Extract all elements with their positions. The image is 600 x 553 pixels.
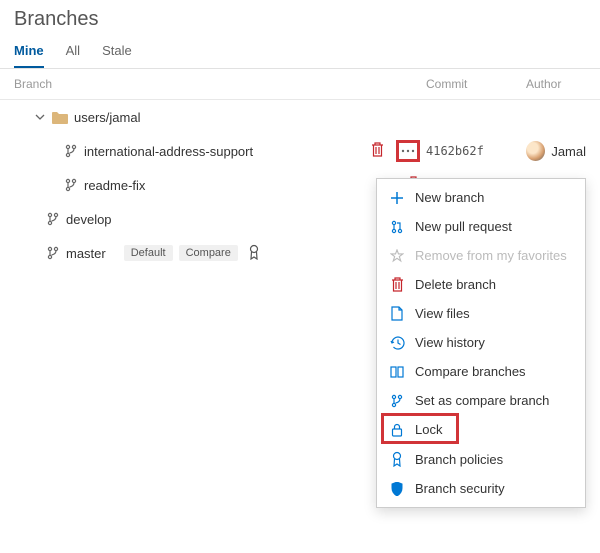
column-headers: Branch Commit Author	[0, 69, 600, 100]
tab-stale[interactable]: Stale	[102, 35, 132, 68]
compare-badge: Compare	[179, 245, 238, 261]
menu-delete-branch[interactable]: Delete branch	[377, 270, 585, 299]
page-title: Branches	[0, 0, 600, 35]
branch-name: master	[66, 246, 106, 261]
chevron-down-icon[interactable]	[34, 112, 46, 122]
trash-icon[interactable]	[371, 142, 384, 160]
branch-name: develop	[66, 212, 112, 227]
default-badge: Default	[124, 245, 173, 261]
plus-icon	[389, 191, 405, 205]
branch-icon	[46, 246, 60, 260]
branch-name: international-address-support	[84, 144, 253, 159]
star-outline-icon	[389, 249, 405, 263]
folder-icon	[52, 111, 68, 124]
menu-lock[interactable]: Lock	[377, 415, 585, 444]
col-header-branch: Branch	[14, 77, 426, 91]
folder-row[interactable]: users/jamal	[0, 100, 600, 134]
branch-icon	[64, 144, 78, 158]
ribbon-icon	[389, 451, 405, 467]
menu-label: Branch policies	[415, 452, 503, 467]
avatar	[526, 141, 545, 161]
menu-label: New branch	[415, 190, 484, 205]
branch-icon	[46, 212, 60, 226]
tab-all[interactable]: All	[66, 35, 80, 68]
menu-label: Compare branches	[415, 364, 526, 379]
col-header-commit: Commit	[426, 77, 526, 91]
menu-compare-branches[interactable]: Compare branches	[377, 357, 585, 386]
branch-name: readme-fix	[84, 178, 145, 193]
menu-label: View history	[415, 335, 485, 350]
menu-branch-security[interactable]: Branch security	[377, 474, 585, 503]
folder-name: users/jamal	[74, 110, 140, 125]
menu-new-branch[interactable]: New branch	[377, 183, 585, 212]
menu-label: Remove from my favorites	[415, 248, 567, 263]
menu-label: New pull request	[415, 219, 512, 234]
history-icon	[389, 336, 405, 350]
author-name: Jamal	[551, 144, 586, 159]
menu-branch-policies[interactable]: Branch policies	[377, 444, 585, 474]
menu-remove-favorite: Remove from my favorites	[377, 241, 585, 270]
tabs: Mine All Stale	[0, 35, 600, 69]
ribbon-icon	[248, 244, 260, 263]
menu-new-pull-request[interactable]: New pull request	[377, 212, 585, 241]
menu-view-files[interactable]: View files	[377, 299, 585, 328]
branch-row-international[interactable]: international-address-support 4162b62f J…	[0, 134, 600, 168]
branch-context-menu: New branch New pull request Remove from …	[376, 178, 586, 508]
menu-set-compare[interactable]: Set as compare branch	[377, 386, 585, 415]
menu-view-history[interactable]: View history	[377, 328, 585, 357]
menu-label: Lock	[415, 422, 442, 437]
commit-hash[interactable]: 4162b62f	[426, 144, 526, 158]
lock-icon	[389, 423, 405, 437]
menu-label: Delete branch	[415, 277, 496, 292]
file-icon	[389, 306, 405, 321]
shield-icon	[389, 482, 405, 496]
compare-icon	[389, 366, 405, 378]
branch-icon	[389, 394, 405, 408]
more-button[interactable]	[396, 140, 420, 162]
col-header-author: Author	[526, 77, 586, 91]
menu-label: View files	[415, 306, 470, 321]
pull-request-icon	[389, 220, 405, 234]
tab-mine[interactable]: Mine	[14, 35, 44, 68]
trash-icon	[389, 277, 405, 292]
menu-label: Branch security	[415, 481, 505, 496]
menu-label: Set as compare branch	[415, 393, 549, 408]
branch-icon	[64, 178, 78, 192]
